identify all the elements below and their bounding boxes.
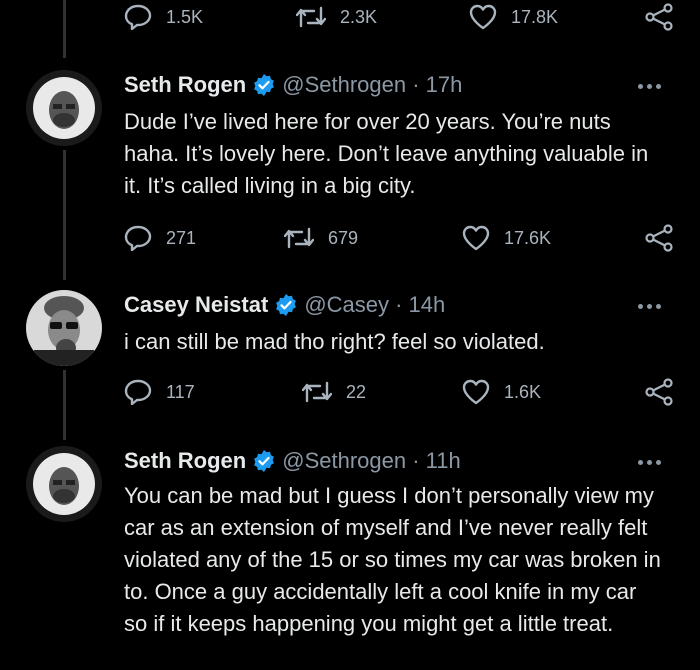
retweet-count: 2.3K bbox=[340, 6, 378, 27]
like-button[interactable]: 1.6K bbox=[462, 377, 541, 407]
tweet-header: Seth Rogen @Sethrogen · 11h bbox=[124, 446, 461, 476]
like-count: 1.6K bbox=[504, 381, 542, 402]
retweet-count: 22 bbox=[346, 381, 367, 402]
tweet-text: You can be mad but I guess I don’t perso… bbox=[124, 483, 661, 636]
like-button[interactable]: 17.8K bbox=[469, 2, 558, 32]
tweet-header: Casey Neistat @Casey · 14h bbox=[124, 290, 445, 320]
action-bar: 271 679 17.6K bbox=[124, 223, 684, 253]
avatar[interactable] bbox=[26, 70, 102, 146]
author-handle-time[interactable]: @Casey · 14h bbox=[304, 292, 445, 318]
reply-button[interactable]: 117 bbox=[124, 377, 195, 407]
heart-icon bbox=[462, 225, 490, 251]
verified-badge-icon bbox=[254, 450, 275, 472]
more-options-icon[interactable] bbox=[638, 76, 672, 90]
author-handle-time[interactable]: @Sethrogen · 17h bbox=[282, 72, 462, 98]
share-button[interactable] bbox=[644, 2, 688, 32]
share-button[interactable] bbox=[644, 377, 688, 407]
reply-button[interactable]: 1.5K bbox=[124, 2, 203, 32]
author-name[interactable]: Seth Rogen bbox=[124, 72, 246, 98]
avatar[interactable] bbox=[26, 446, 102, 522]
retweet-button[interactable]: 2.3K bbox=[296, 2, 377, 32]
thread-line-2 bbox=[63, 370, 66, 440]
retweet-icon bbox=[284, 227, 314, 249]
verified-badge-icon bbox=[276, 294, 297, 316]
share-icon bbox=[645, 224, 673, 252]
author-name[interactable]: Casey Neistat bbox=[124, 292, 268, 318]
verified-badge-icon bbox=[254, 74, 275, 96]
reply-count: 1.5K bbox=[166, 6, 204, 27]
tweet-text: Dude I’ve lived here for over 20 years. … bbox=[124, 109, 649, 198]
like-count: 17.8K bbox=[511, 6, 559, 27]
reply-icon bbox=[124, 4, 152, 30]
top-action-bar: 1.5K 2.3K 17.8K bbox=[124, 2, 684, 32]
more-options-icon[interactable] bbox=[638, 452, 672, 466]
reply-icon bbox=[124, 225, 152, 251]
reply-count: 117 bbox=[166, 381, 195, 402]
like-count: 17.6K bbox=[504, 227, 552, 248]
retweet-button[interactable]: 22 bbox=[302, 377, 366, 407]
share-icon bbox=[645, 378, 673, 406]
avatar[interactable] bbox=[26, 290, 102, 366]
retweet-icon bbox=[296, 6, 326, 28]
retweet-icon bbox=[302, 381, 332, 403]
retweet-button[interactable]: 679 bbox=[284, 223, 358, 253]
author-name[interactable]: Seth Rogen bbox=[124, 448, 246, 474]
tweet-text: i can still be mad tho right? feel so vi… bbox=[124, 329, 545, 354]
reply-button[interactable]: 271 bbox=[124, 223, 196, 253]
heart-icon bbox=[469, 4, 497, 30]
share-button[interactable] bbox=[644, 223, 688, 253]
more-options-icon[interactable] bbox=[638, 296, 672, 310]
retweet-count: 679 bbox=[328, 227, 359, 248]
thread-line-1 bbox=[63, 150, 66, 280]
tweet-header: Seth Rogen @Sethrogen · 17h bbox=[124, 70, 462, 100]
like-button[interactable]: 17.6K bbox=[462, 223, 551, 253]
author-handle-time[interactable]: @Sethrogen · 11h bbox=[282, 448, 460, 474]
reply-icon bbox=[124, 379, 152, 405]
thread-line-top bbox=[63, 0, 66, 58]
heart-icon bbox=[462, 379, 490, 405]
share-icon bbox=[645, 3, 673, 31]
action-bar: 117 22 1.6K bbox=[124, 377, 684, 407]
reply-count: 271 bbox=[166, 227, 197, 248]
